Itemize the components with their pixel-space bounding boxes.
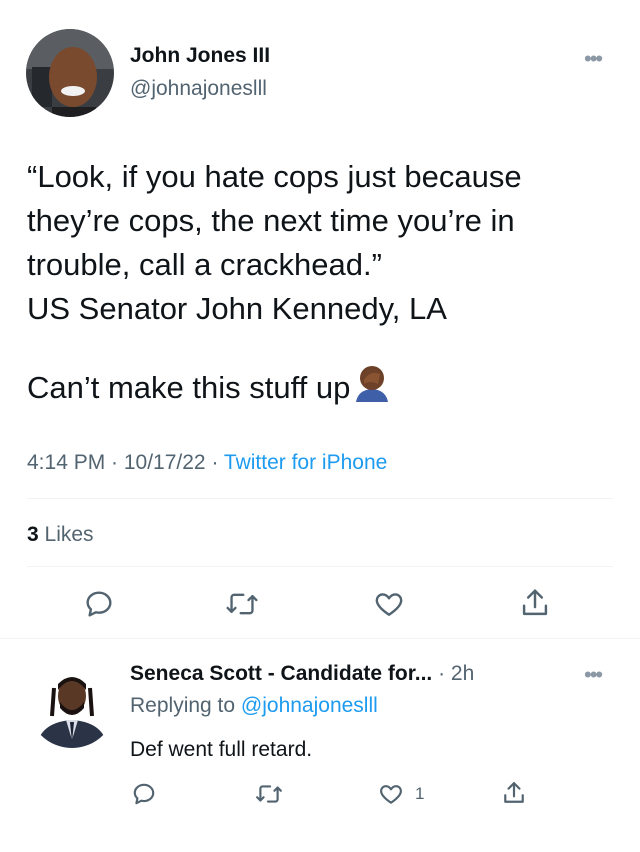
divider	[27, 566, 613, 567]
reply-author-avatar[interactable]	[28, 660, 116, 748]
tweet-line-4: US Senator John Kennedy, LA	[27, 291, 447, 326]
retweet-icon[interactable]	[225, 588, 259, 625]
replying-to: Replying to @johnajoneslll	[130, 694, 378, 718]
author-name[interactable]: John Jones III	[130, 44, 270, 68]
tweet-timestamp[interactable]: 4:14 PM · 10/17/22 ·	[27, 451, 224, 474]
reply-author-name[interactable]: Seneca Scott - Candidate for...	[130, 662, 432, 685]
reply-like-count: 1	[415, 784, 425, 803]
reply-icon[interactable]	[83, 588, 115, 625]
tweet-text: “Look, if you hate cops just because the…	[27, 155, 627, 331]
tweet-line-5: Can’t make this stuff up	[27, 370, 351, 405]
reply-retweet-icon[interactable]	[255, 781, 283, 812]
reply-share-icon[interactable]	[502, 779, 526, 812]
tweet-source-link[interactable]: Twitter for iPhone	[224, 451, 387, 474]
likes-summary[interactable]: 3 Likes	[27, 523, 94, 547]
reply-text: Def went full retard.	[130, 738, 313, 761]
divider	[27, 498, 613, 499]
tweet-line-3: trouble, call a crackhead.”	[27, 247, 382, 282]
likes-label: Likes	[38, 523, 94, 546]
author-avatar[interactable]	[26, 29, 114, 117]
tweet-line-1: “Look, if you hate cops just because	[27, 159, 522, 194]
more-options-icon[interactable]: •••	[584, 46, 603, 72]
tweet-meta: 4:14 PM · 10/17/22 · Twitter for iPhone	[27, 451, 387, 475]
reply-timestamp[interactable]: · 2h	[432, 662, 474, 685]
author-handle[interactable]: @johnajoneslll	[130, 77, 267, 101]
replying-handle[interactable]: @johnajoneslll	[241, 694, 378, 717]
replying-prefix: Replying to	[130, 694, 241, 717]
share-icon[interactable]	[520, 586, 550, 625]
reply-header: Seneca Scott - Candidate for... · 2h	[130, 662, 474, 686]
like-icon[interactable]	[372, 588, 406, 625]
divider	[0, 638, 640, 639]
reply-reply-icon[interactable]	[131, 781, 157, 812]
facepalm-emoji-icon	[352, 362, 392, 414]
tweet-second-paragraph: Can’t make this stuff up	[27, 362, 392, 414]
reply-more-options-icon[interactable]: •••	[584, 662, 603, 688]
tweet-line-2: they’re cops, the next time you’re in	[27, 203, 515, 238]
likes-count: 3	[27, 523, 39, 546]
reply-like-icon[interactable]: 1	[377, 781, 424, 807]
